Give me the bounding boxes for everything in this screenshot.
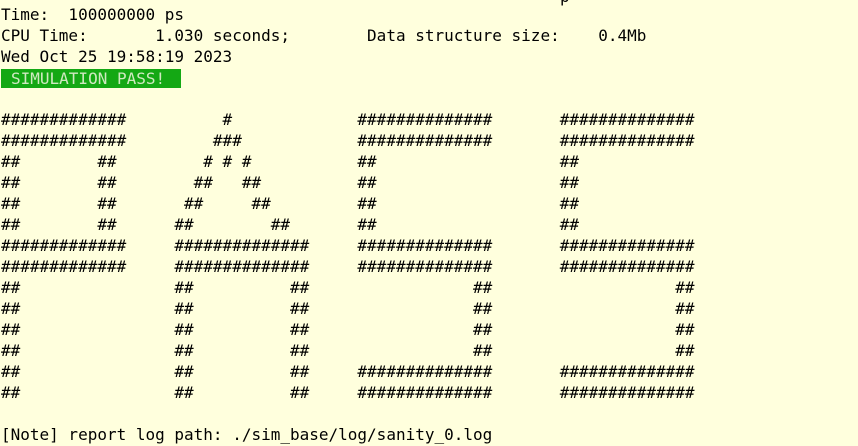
banner-row: ## ## ## ############## ##############	[1, 362, 695, 381]
terminal-window[interactable]: p Time: 100000000 ps CPU Time: 1.030 sec…	[0, 0, 858, 446]
banner-row: ## ## ## ## ## ##	[1, 215, 579, 234]
date-line: Wed Oct 25 19:58:19 2023	[1, 47, 233, 66]
pass-ascii-banner: ############# # ############## #########…	[1, 109, 695, 403]
banner-row: ## ## ## ############## ##############	[1, 383, 695, 402]
banner-row: ## ## # # # ## ##	[1, 152, 579, 171]
banner-row: ############# ############## ###########…	[1, 236, 695, 255]
banner-row: ## ## ## ## ## ##	[1, 173, 579, 192]
banner-row: ## ## ## ## ##	[1, 320, 695, 339]
banner-row: ############# ############## ###########…	[1, 257, 695, 276]
simulation-pass-badge: SIMULATION PASS!	[1, 69, 181, 88]
banner-row: ## ## ## ## ##	[1, 299, 695, 318]
banner-row: ############# ### ############## #######…	[1, 131, 695, 150]
banner-row: ## ## ## ## ##	[1, 341, 695, 360]
cut-off-text: p	[560, 0, 570, 7]
log-path-note: [Note] report log path: ./sim_base/log/s…	[1, 425, 493, 444]
cpu-time-line: CPU Time: 1.030 seconds; Data structure …	[1, 26, 647, 45]
banner-row: ############# # ############## #########…	[1, 110, 695, 129]
banner-row: ## ## ## ## ##	[1, 278, 695, 297]
sim-time-line: Time: 100000000 ps	[1, 5, 185, 24]
banner-row: ## ## ## ## ## ##	[1, 194, 579, 213]
